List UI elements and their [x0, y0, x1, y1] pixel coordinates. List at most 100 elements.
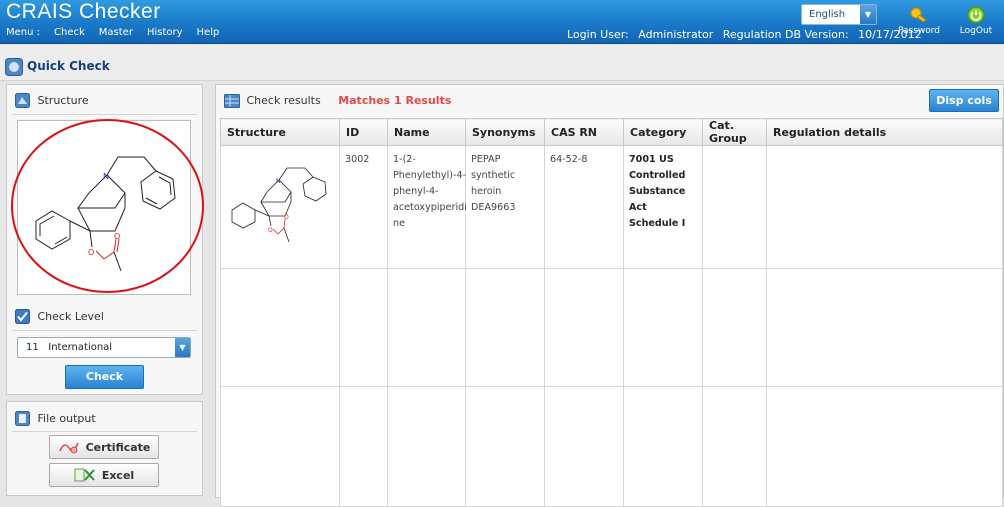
page-title: Quick Check [27, 59, 110, 73]
file-icon [15, 411, 30, 426]
name-line: phenyl-4- [393, 186, 439, 197]
synonym-line: PEPAP [471, 154, 501, 165]
password-key-icon [910, 7, 926, 23]
results-header: Check results Matches 1 Results [224, 94, 451, 108]
table-row-empty [220, 268, 1003, 387]
category-line: Act [629, 202, 647, 213]
structure-header: Structure [15, 93, 89, 108]
column-header-name[interactable]: Name [387, 118, 466, 146]
name-line: Phenylethyl)-4- [393, 170, 467, 181]
column-header-category[interactable]: Category [623, 118, 703, 146]
cell-category: 7001 US Controlled Substance Act Schedul… [623, 145, 703, 269]
category-line: Schedule I [629, 218, 686, 229]
excel-icon [74, 468, 95, 482]
check-level-header: Check Level [15, 309, 104, 324]
excel-button[interactable]: Excel [49, 463, 159, 487]
divider [12, 431, 197, 432]
password-button[interactable]: Password [894, 6, 944, 40]
app-title: CRAIS Checker [6, 0, 161, 23]
checkbox-icon[interactable] [15, 309, 30, 324]
svg-text:O: O [284, 214, 289, 221]
check-level-value: 11 International [26, 342, 113, 353]
check-level-title: Check Level [37, 309, 104, 323]
column-header-structure[interactable]: Structure [220, 118, 340, 146]
main-menu: Menu : Check Master History Help [6, 27, 219, 38]
menu-item-master[interactable]: Master [99, 27, 133, 38]
cell-cas-rn: 64-52-8 [544, 145, 624, 269]
structure-title: Structure [37, 93, 89, 107]
check-level-select[interactable]: 11 International ▼ [17, 337, 191, 358]
svg-text:O: O [268, 227, 273, 234]
highlight-circle [11, 119, 204, 293]
empty-cell [766, 386, 1003, 507]
category-line: 7001 US [629, 154, 674, 165]
certificate-icon [58, 442, 79, 454]
name-line: acetoxypiperidi [393, 202, 467, 213]
language-select[interactable]: English ▼ [801, 4, 877, 25]
empty-cell [465, 386, 545, 507]
language-value: English [809, 9, 846, 20]
column-header-id[interactable]: ID [339, 118, 388, 146]
logout-button[interactable]: LogOut [951, 6, 1001, 40]
column-header-cat-group[interactable]: Cat. Group [702, 118, 767, 146]
empty-cell [387, 268, 466, 387]
column-header-cas-rn[interactable]: CAS RN [544, 118, 624, 146]
disp-cols-button[interactable]: Disp cols [929, 89, 999, 112]
cell-name: 1-(2- Phenylethyl)-4- phenyl-4- acetoxyp… [387, 145, 467, 269]
structure-icon [15, 93, 30, 108]
cell-synonyms: PEPAP synthetic heroin DEA9663 [465, 145, 545, 269]
check-button[interactable]: Check [65, 365, 144, 389]
file-output-title: File output [37, 411, 96, 425]
password-label: Password [897, 26, 941, 36]
menu-item-check[interactable]: Check [54, 27, 85, 38]
db-version-label: Regulation DB Version: [722, 28, 849, 41]
login-label: Login User: [567, 28, 629, 41]
category-line: Controlled [629, 170, 686, 181]
certificate-button[interactable]: Certificate [49, 435, 159, 459]
empty-cell [544, 386, 624, 507]
app-header: CRAIS Checker Menu : Check Master Histor… [0, 0, 1004, 44]
divider [12, 330, 197, 331]
chevron-down-icon[interactable]: ▼ [860, 5, 876, 24]
login-user: Administrator [638, 28, 714, 41]
synonym-line: heroin [471, 186, 502, 197]
table-header-row: Structure ID Name Synonyms CAS RN Catego… [220, 118, 1003, 146]
menu-item-history[interactable]: History [147, 27, 183, 38]
empty-cell [339, 386, 388, 507]
table-row[interactable]: N O O 3002 1-(2- Phenylethyl)-4- phenyl-… [220, 145, 1003, 269]
empty-cell [220, 268, 340, 387]
results-table: Structure ID Name Synonyms CAS RN Catego… [220, 118, 1003, 507]
table-row-empty [220, 386, 1003, 507]
certificate-label: Certificate [85, 440, 151, 454]
file-output-header: File output [15, 411, 96, 426]
empty-cell [623, 268, 703, 387]
empty-cell [339, 268, 388, 387]
menu-item-help[interactable]: Help [197, 27, 220, 38]
empty-cell [220, 386, 340, 507]
matches-count: Matches 1 Results [338, 94, 452, 107]
category-line: Substance [629, 186, 686, 197]
cell-structure: N O O [220, 145, 340, 269]
quick-check-icon [5, 58, 23, 76]
chevron-down-icon[interactable]: ▼ [175, 338, 190, 357]
svg-text:N: N [276, 178, 281, 185]
login-info: Login User: Administrator Regulation DB … [567, 28, 928, 41]
column-header-synonyms[interactable]: Synonyms [465, 118, 545, 146]
name-line: ne [393, 218, 405, 229]
logout-label: LogOut [959, 26, 993, 36]
page-title-bar: Quick Check [0, 45, 1004, 81]
empty-cell [387, 386, 466, 507]
logout-power-icon [967, 6, 985, 24]
excel-label: Excel [101, 468, 135, 482]
cell-cat-group [702, 145, 767, 269]
empty-cell [465, 268, 545, 387]
menu-prefix: Menu : [6, 27, 41, 38]
divider [12, 114, 197, 115]
synonym-line: synthetic [471, 170, 516, 181]
synonym-line: DEA9663 [471, 202, 516, 213]
column-header-regulation-details[interactable]: Regulation details [766, 118, 1003, 146]
cell-id: 3002 [339, 145, 388, 269]
results-grid-icon [224, 94, 240, 108]
empty-cell [702, 386, 767, 507]
name-line: 1-(2- [393, 154, 416, 165]
